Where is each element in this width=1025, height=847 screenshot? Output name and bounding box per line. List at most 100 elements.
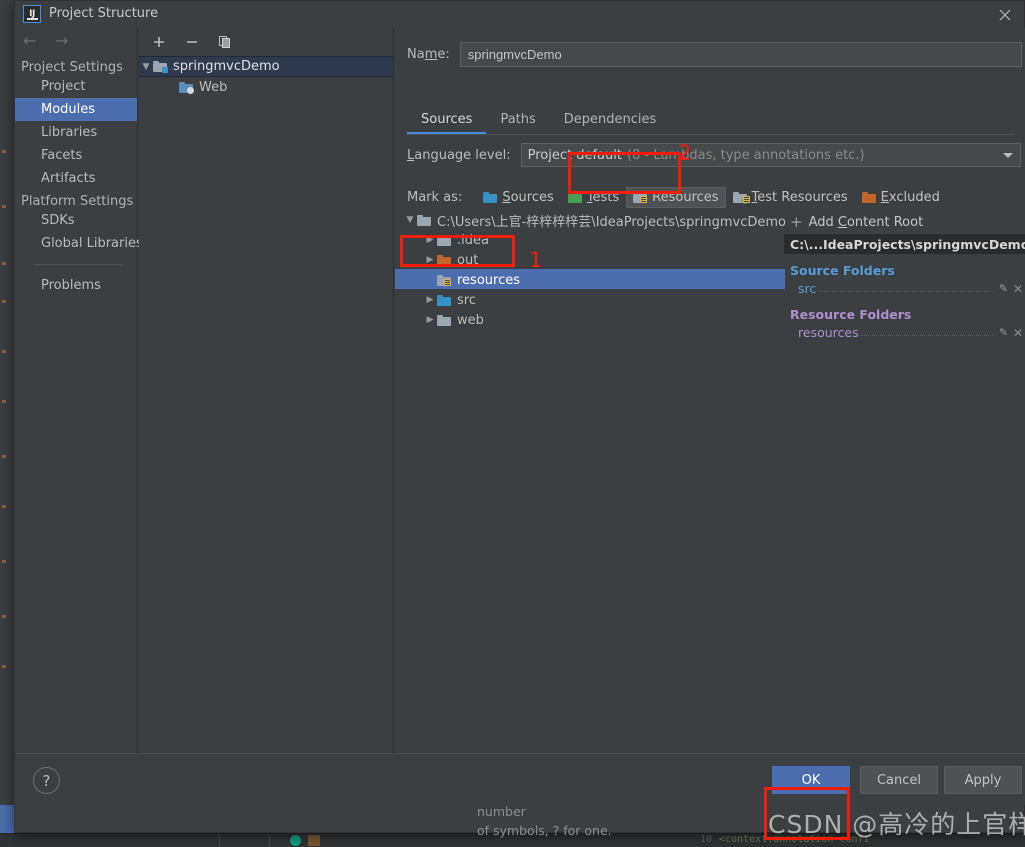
tree-row-label: resources xyxy=(457,272,521,288)
mark-as-excluded-button[interactable]: Excluded xyxy=(855,187,947,208)
language-level-detail: (8 - Lambdas, type annotations etc.) xyxy=(626,147,865,163)
language-level-label: Language level: xyxy=(407,147,511,163)
ide-left-strip xyxy=(0,0,14,847)
sidebar-item-sdks[interactable]: SDKs xyxy=(15,209,137,232)
ide-file-icon xyxy=(308,835,320,846)
language-level-row: Language level: Project default (8 - Lam… xyxy=(407,143,1021,167)
arrow-left-icon[interactable]: ← xyxy=(23,33,41,50)
sidebar-item-facets[interactable]: Facets xyxy=(15,144,137,167)
chevron-right-icon[interactable]: ▶ xyxy=(423,255,437,265)
tree-row-content-root[interactable]: ▼ C:\Users\上官-梓梓梓梓芸\IdeaProjects\springm… xyxy=(403,210,786,230)
intellij-logo-icon: IJ xyxy=(23,5,41,23)
dialog-body: ← → Project Settings Project Modules Lib… xyxy=(15,28,1025,838)
apply-button[interactable]: Apply xyxy=(944,766,1022,794)
ide-left-accent xyxy=(0,805,14,833)
nav-group-platform-settings: Platform Settings xyxy=(21,194,134,209)
content-roots-tree: ▼ C:\Users\上官-梓梓梓梓芸\IdeaProjects\springm… xyxy=(403,210,786,330)
content-root-details-panel: + Add Content Root C:\...IdeaProjects\sp… xyxy=(784,210,1025,350)
module-tabs: Sources Paths Dependencies xyxy=(407,108,670,134)
chevron-down-icon[interactable] xyxy=(1002,153,1013,158)
resource-folders-title: Resource Folders xyxy=(790,307,912,322)
close-icon[interactable]: ✕ xyxy=(1010,326,1025,340)
test-resources-folder-icon xyxy=(732,192,750,204)
sources-folder-icon xyxy=(437,294,451,306)
mark-as-tests-button[interactable]: Tests xyxy=(561,187,626,208)
mark-as-resources-button[interactable]: Resources xyxy=(626,187,726,208)
help-label: ? xyxy=(42,771,51,790)
sidebar-item-global-libraries[interactable]: Global Libraries xyxy=(15,232,143,255)
mark-as-tests-label: Tests xyxy=(586,190,620,205)
tree-row-out[interactable]: ▶ out xyxy=(403,250,783,270)
resource-folder-row[interactable]: resources ✎ ✕ xyxy=(784,323,1025,342)
source-folders-title: Source Folders xyxy=(790,263,895,278)
dialog-title: Project Structure xyxy=(49,6,159,21)
mark-as-row: Mark as: Sources Tests Resources Test Re… xyxy=(407,187,947,208)
cancel-button[interactable]: Cancel xyxy=(860,766,938,794)
module-tree-row-springmvcdemo[interactable]: ▼ springmvcDemo xyxy=(139,56,393,77)
mark-as-resources-label: Resources xyxy=(652,190,719,205)
chevron-down-icon[interactable]: ▼ xyxy=(403,215,417,225)
sidebar-item-project[interactable]: Project xyxy=(15,75,137,98)
folder-icon xyxy=(437,314,451,326)
resources-folder-icon xyxy=(437,274,451,286)
ok-button[interactable]: OK xyxy=(772,766,850,794)
exclude-hint-line-2: of symbols, ? for one. xyxy=(477,823,612,838)
module-tree-row-web[interactable]: Web xyxy=(139,77,393,98)
nav-group-project-settings: Project Settings xyxy=(21,60,123,75)
resource-folder-name: resources xyxy=(798,325,859,340)
source-folder-name: src xyxy=(798,281,817,296)
chevron-right-icon[interactable]: ▶ xyxy=(423,235,437,245)
sidebar-item-artifacts[interactable]: Artifacts xyxy=(15,167,137,190)
settings-nav-pane: ← → Project Settings Project Modules Lib… xyxy=(15,28,143,805)
folder-icon xyxy=(437,234,451,246)
mark-as-label: Mark as: xyxy=(407,190,463,205)
module-tree-label: springmvcDemo xyxy=(173,59,280,74)
dotted-leader xyxy=(860,326,993,336)
arrow-right-icon[interactable]: → xyxy=(55,33,73,50)
sidebar-item-problems[interactable]: Problems xyxy=(15,274,137,297)
language-level-value: Project default xyxy=(527,147,622,163)
chevron-down-icon[interactable]: ▼ xyxy=(139,62,153,72)
tree-row-idea[interactable]: ▶ .idea xyxy=(403,230,783,250)
excluded-folder-icon xyxy=(861,192,876,203)
language-level-select[interactable]: Project default (8 - Lambdas, type annot… xyxy=(520,143,1021,167)
tree-row-label: out xyxy=(457,252,479,268)
sidebar-item-libraries[interactable]: Libraries xyxy=(15,121,137,144)
add-content-root-label: Add Content Root xyxy=(808,214,924,230)
add-content-root-button[interactable]: + Add Content Root xyxy=(784,210,1025,234)
add-icon[interactable] xyxy=(151,34,167,50)
tree-row-web[interactable]: ▶ web xyxy=(403,310,783,330)
remove-icon[interactable] xyxy=(184,34,200,50)
mark-as-sources-label: Sources xyxy=(502,190,554,205)
web-facet-icon xyxy=(179,82,194,94)
plus-icon: + xyxy=(790,212,803,231)
tabs-underline xyxy=(407,134,1014,135)
chevron-right-icon[interactable]: ▶ xyxy=(423,295,437,305)
tree-row-src[interactable]: ▶ src xyxy=(403,290,783,310)
modules-pane: ▼ springmvcDemo Web xyxy=(139,28,394,805)
project-structure-dialog: IJ Project Structure ← → Project Setting… xyxy=(14,0,1025,838)
chevron-right-icon[interactable]: ▶ xyxy=(423,315,437,325)
source-folder-row[interactable]: src ✎ ✕ xyxy=(784,279,1025,298)
tab-dependencies[interactable]: Dependencies xyxy=(550,108,671,134)
mark-as-sources-button[interactable]: Sources xyxy=(476,187,560,208)
tab-sources[interactable]: Sources xyxy=(407,108,487,134)
module-name-label: Name: xyxy=(407,47,450,62)
copy-icon[interactable] xyxy=(217,34,233,50)
ide-tab-icon xyxy=(290,835,301,846)
pencil-icon[interactable]: ✎ xyxy=(997,282,1010,295)
tab-paths[interactable]: Paths xyxy=(486,108,549,134)
close-icon[interactable] xyxy=(994,4,1016,26)
nav-history-controls: ← → xyxy=(15,28,137,56)
sidebar-item-modules[interactable]: Modules xyxy=(15,98,137,121)
tree-row-label: src xyxy=(457,292,476,308)
mark-as-test-resources-button[interactable]: Test Resources xyxy=(726,187,855,208)
resources-tree-row[interactable]: resources xyxy=(403,270,783,290)
dialog-footer: ? OK Cancel Apply xyxy=(15,753,1025,805)
sources-folder-icon xyxy=(483,192,498,203)
pencil-icon[interactable]: ✎ xyxy=(997,326,1010,339)
close-icon[interactable]: ✕ xyxy=(1010,282,1025,296)
module-name-input[interactable] xyxy=(459,42,1022,67)
help-icon[interactable]: ? xyxy=(33,767,60,794)
tests-folder-icon xyxy=(567,192,582,203)
